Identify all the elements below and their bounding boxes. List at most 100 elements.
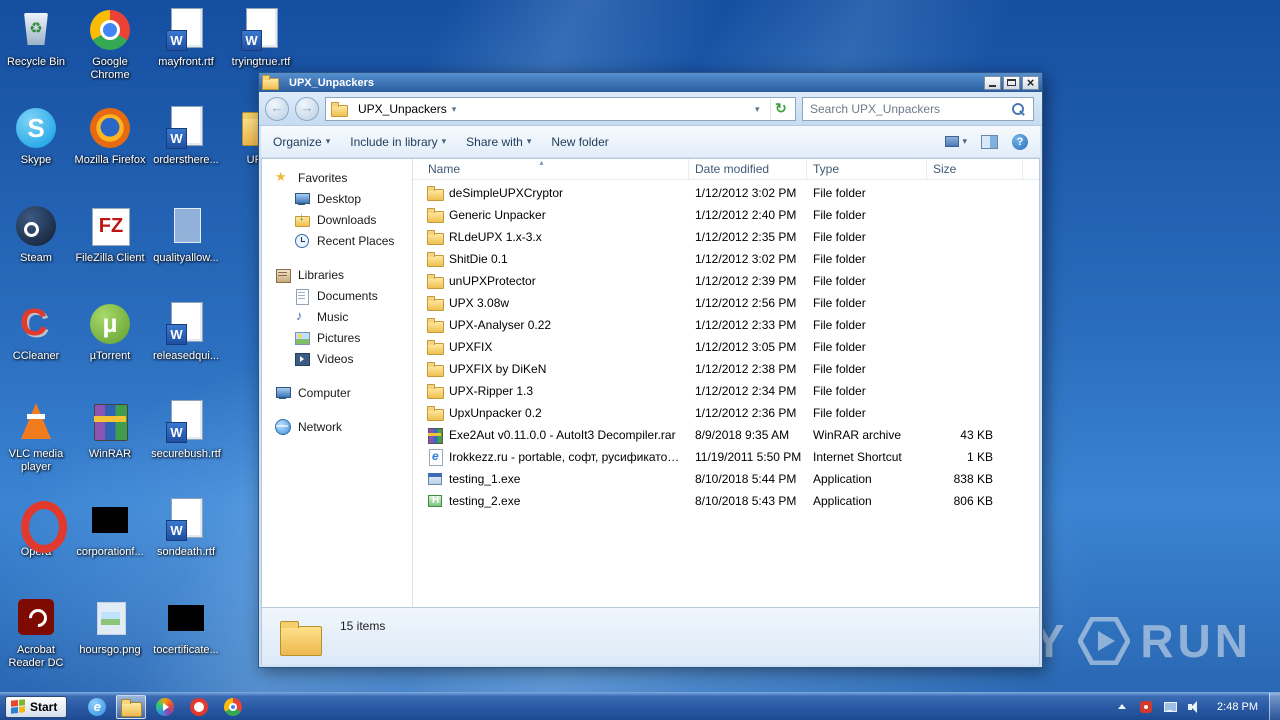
preview-pane-button[interactable] xyxy=(981,134,998,149)
sidebar-item[interactable]: Pictures xyxy=(262,327,412,348)
desktop-icon-label: hoursgo.png xyxy=(79,644,141,656)
desktop-icon[interactable]: tocertificate... xyxy=(150,594,222,692)
taskbar-chrome-button[interactable] xyxy=(218,695,248,719)
file-type: WinRAR archive xyxy=(813,428,902,442)
file-row[interactable]: UPXFIX by DiKeN 1/12/2012 2:38 PM File f… xyxy=(413,358,1039,380)
file-icon xyxy=(427,493,443,509)
ie-icon xyxy=(88,697,107,716)
sidebar-item[interactable]: Videos xyxy=(262,348,412,369)
desktop-icon[interactable]: mayfront.rtf xyxy=(150,6,222,104)
back-button[interactable] xyxy=(265,96,289,121)
taskbar-opera-button[interactable] xyxy=(184,695,214,719)
sidebar-item[interactable]: Computer xyxy=(262,382,412,403)
desktop-icon[interactable]: VLC media player xyxy=(0,398,72,496)
desktop-icon[interactable]: qualityallow... xyxy=(150,202,222,300)
taskbar-media-button[interactable] xyxy=(150,695,180,719)
toolbar-button[interactable]: Include in library ▾ xyxy=(350,135,446,149)
column-header-name[interactable]: Name xyxy=(413,159,689,179)
sidebar-item[interactable]: Music xyxy=(262,306,412,327)
column-header-type[interactable]: Type xyxy=(807,159,927,179)
desktop-icon[interactable]: CCleaner xyxy=(0,300,72,398)
file-row[interactable]: unUPXProtector 1/12/2012 2:39 PM File fo… xyxy=(413,270,1039,292)
file-date-modified: 1/12/2012 2:34 PM xyxy=(695,384,797,398)
hidden-icons-button[interactable] xyxy=(1114,699,1130,715)
file-row[interactable]: UpxUnpacker 0.2 1/12/2012 2:36 PM File f… xyxy=(413,402,1039,424)
volume-icon[interactable] xyxy=(1186,699,1202,715)
desktop-icon[interactable]: Acrobat Reader DC xyxy=(0,594,72,692)
taskbar-ie-button[interactable] xyxy=(82,695,112,719)
desktop-icon[interactable]: releasedqui... xyxy=(150,300,222,398)
item-count: 15 items xyxy=(340,619,386,633)
desktop-icon[interactable]: hoursgo.png xyxy=(74,594,146,692)
command-bar-buttons: Organize ▾ Include in library ▾ Share wi… xyxy=(273,135,613,149)
network-icon[interactable] xyxy=(1162,699,1178,715)
taskbar-clock[interactable]: 2:48 PM xyxy=(1206,701,1269,713)
address-history-caret-icon[interactable] xyxy=(755,102,765,116)
watermark-text-run: RUN xyxy=(1140,615,1252,667)
change-view-button[interactable]: ▾ xyxy=(945,136,967,147)
sidebar-item[interactable]: Downloads xyxy=(262,209,412,230)
file-name: Generic Unpacker xyxy=(449,208,546,222)
sidebar-item[interactable]: Recent Places xyxy=(262,230,412,251)
sidebar-item[interactable]: Libraries xyxy=(262,264,412,285)
file-row[interactable]: testing_1.exe 8/10/2018 5:44 PM Applicat… xyxy=(413,468,1039,490)
explorer-window: UPX_Unpackers UPX_Unpackers Search UPX_U… xyxy=(258,72,1043,668)
search-icon[interactable] xyxy=(1012,102,1026,116)
column-header-blank xyxy=(1023,159,1039,179)
desktop-icon[interactable]: Skype xyxy=(0,104,72,202)
column-header-size[interactable]: Size xyxy=(927,159,1023,179)
file-row[interactable]: testing_2.exe 8/10/2018 5:43 PM Applicat… xyxy=(413,490,1039,512)
sidebar-item[interactable]: Favorites xyxy=(262,167,412,188)
file-row[interactable]: UPX-Analyser 0.22 1/12/2012 2:33 PM File… xyxy=(413,314,1039,336)
minimize-button[interactable] xyxy=(984,75,1001,90)
file-row[interactable]: RLdeUPX 1.x-3.x 1/12/2012 2:35 PM File f… xyxy=(413,226,1039,248)
show-desktop-button[interactable] xyxy=(1269,692,1280,720)
desktop-icon-image xyxy=(12,300,60,348)
taskbar-explorer-button[interactable] xyxy=(116,694,147,719)
desktop-icon[interactable]: Opera xyxy=(0,496,72,594)
sidebar-item[interactable]: Documents xyxy=(262,285,412,306)
file-size: 806 KB xyxy=(953,494,993,508)
anyrun-logo-icon xyxy=(1078,617,1131,665)
refresh-button[interactable] xyxy=(770,98,790,119)
file-row[interactable]: UPX-Ripper 1.3 1/12/2012 2:34 PM File fo… xyxy=(413,380,1039,402)
start-button[interactable]: Start xyxy=(5,695,68,718)
explorer-folder-icon xyxy=(121,698,143,717)
desktop-icon[interactable]: sondeath.rtf xyxy=(150,496,222,594)
window-titlebar[interactable]: UPX_Unpackers xyxy=(259,73,1042,92)
desktop-icon[interactable]: securebush.rtf xyxy=(150,398,222,496)
desktop-icon[interactable]: Mozilla Firefox xyxy=(74,104,146,202)
tray-app-icon[interactable] xyxy=(1138,699,1154,715)
breadcrumb-caret-icon[interactable] xyxy=(452,102,462,116)
column-header-modified[interactable]: Date modified xyxy=(689,159,807,179)
file-row[interactable]: Irokkezz.ru - portable, софт, русификато… xyxy=(413,446,1039,468)
desktop-icon[interactable]: Recycle Bin xyxy=(0,6,72,104)
toolbar-button[interactable]: New folder xyxy=(551,135,612,149)
file-row[interactable]: Generic Unpacker 1/12/2012 2:40 PM File … xyxy=(413,204,1039,226)
file-row[interactable]: Exe2Aut v0.11.0.0 - AutoIt3 Decompiler.r… xyxy=(413,424,1039,446)
maximize-button[interactable] xyxy=(1003,75,1020,90)
sidebar-item[interactable]: Network xyxy=(262,416,412,437)
desktop-icon-image xyxy=(162,594,210,642)
toolbar-button[interactable]: Organize ▾ xyxy=(273,135,330,149)
address-bar[interactable]: UPX_Unpackers xyxy=(325,96,796,121)
desktop-icon[interactable]: FileZilla Client xyxy=(74,202,146,300)
file-type: File folder xyxy=(813,340,866,354)
file-row[interactable]: ShitDie 0.1 1/12/2012 3:02 PM File folde… xyxy=(413,248,1039,270)
desktop-icon[interactable]: µTorrent xyxy=(74,300,146,398)
close-button[interactable] xyxy=(1022,75,1039,90)
sidebar-item[interactable]: Desktop xyxy=(262,188,412,209)
desktop-icon[interactable]: ordersthere... xyxy=(150,104,222,202)
file-row[interactable]: UPX 3.08w 1/12/2012 2:56 PM File folder xyxy=(413,292,1039,314)
help-button[interactable] xyxy=(1012,133,1028,150)
desktop-icon[interactable]: Google Chrome xyxy=(74,6,146,104)
toolbar-button[interactable]: Share with ▾ xyxy=(466,135,531,149)
forward-button[interactable] xyxy=(295,96,319,121)
file-row[interactable]: UPXFIX 1/12/2012 3:05 PM File folder xyxy=(413,336,1039,358)
search-box[interactable]: Search UPX_Unpackers xyxy=(802,96,1034,121)
desktop-icon[interactable]: WinRAR xyxy=(74,398,146,496)
file-date-modified: 8/10/2018 5:44 PM xyxy=(695,472,797,486)
desktop-icon[interactable]: Steam xyxy=(0,202,72,300)
desktop-icon[interactable]: corporationf... xyxy=(74,496,146,594)
file-row[interactable]: deSimpleUPXCryptor 1/12/2012 3:02 PM Fil… xyxy=(413,182,1039,204)
